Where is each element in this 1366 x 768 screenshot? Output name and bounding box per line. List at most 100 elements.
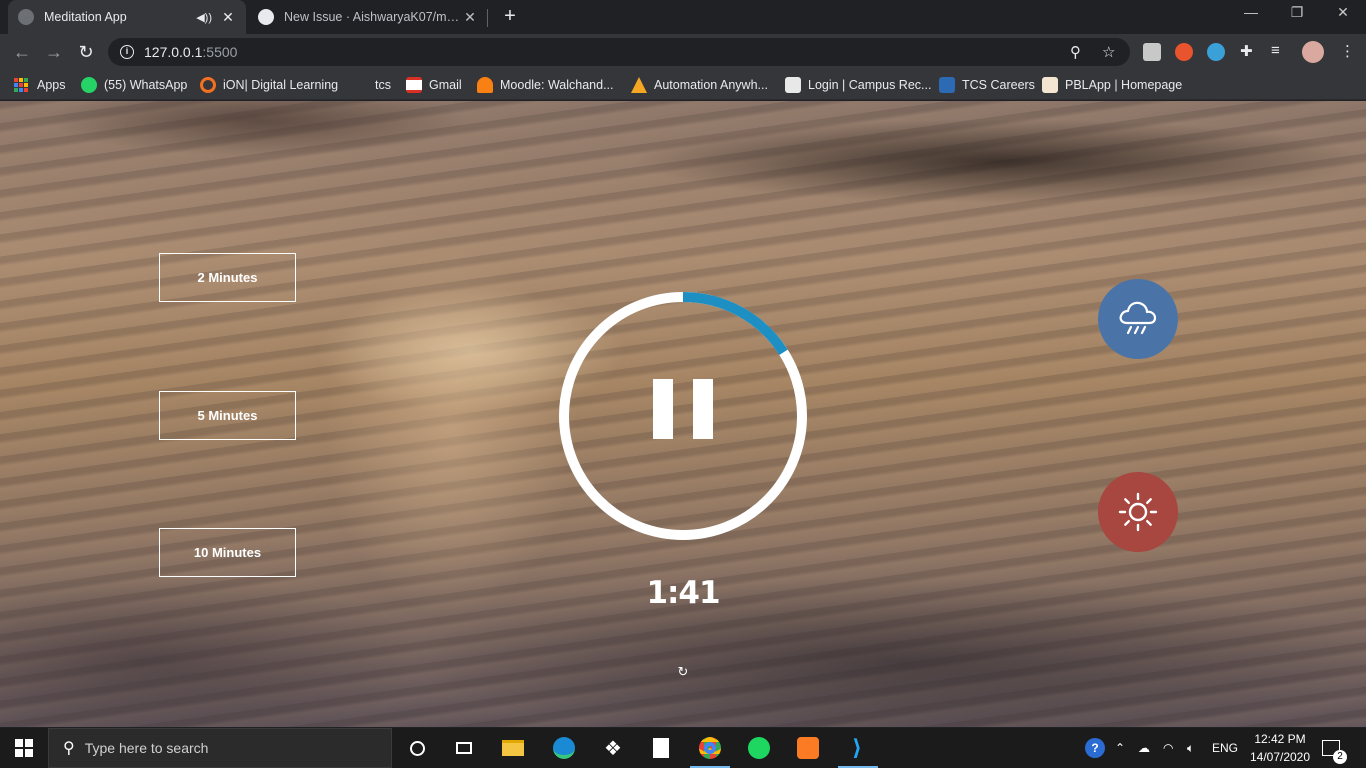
action-center-icon[interactable]: 2 — [1322, 728, 1347, 768]
campus-icon — [785, 77, 801, 93]
bookmark-label: iON| Digital Learning — [223, 78, 339, 92]
extensions-puzzle-icon[interactable]: ✚ — [1240, 42, 1253, 60]
taskbar-search-input[interactable]: ⚲ Type here to search — [48, 728, 392, 768]
restore-button[interactable]: ❐ — [1274, 4, 1320, 21]
bookmark-campus[interactable]: Login | Campus Rec... — [785, 76, 931, 94]
bookmark-ion[interactable]: iON| Digital Learning — [200, 76, 338, 94]
replay-icon[interactable]: ↻ — [674, 664, 692, 682]
bookmark-label: TCS Careers — [962, 78, 1035, 92]
url-port: :5500 — [202, 44, 238, 60]
cortana-icon[interactable] — [404, 736, 430, 760]
duration-2-minutes-button[interactable]: 2 Minutes — [159, 253, 296, 302]
bookmark-label: Login | Campus Rec... — [808, 78, 932, 92]
extension-infinity-icon[interactable] — [1175, 43, 1193, 61]
duration-5-minutes-button[interactable]: 5 Minutes — [159, 391, 296, 440]
notepad-icon[interactable] — [648, 736, 674, 760]
tata-icon — [939, 77, 955, 93]
tab-new-issue[interactable]: New Issue · AishwaryaK07/meditation-app … — [248, 0, 488, 34]
ion-icon — [200, 77, 216, 93]
back-button[interactable]: ← — [11, 42, 33, 62]
new-tab-button[interactable]: + — [498, 5, 522, 28]
bookmark-star-icon[interactable]: ☆ — [1102, 43, 1115, 61]
spotify-icon[interactable] — [746, 736, 772, 760]
bookmark-label: Automation Anywh... — [654, 78, 768, 92]
bookmark-tcs[interactable]: tcs — [352, 76, 391, 94]
duration-10-minutes-button[interactable]: 10 Minutes — [159, 528, 296, 577]
globe-icon — [18, 9, 34, 25]
bookmark-label: Gmail — [429, 78, 462, 92]
bookmark-label: tcs — [375, 78, 391, 92]
close-window-button[interactable]: ✕ — [1320, 4, 1366, 21]
tab-meditation-app[interactable]: Meditation App ◀)) ✕ — [8, 0, 246, 34]
media-control-icon[interactable]: ≡ — [1271, 42, 1280, 59]
whatsapp-icon — [81, 77, 97, 93]
file-explorer-icon[interactable] — [500, 736, 526, 760]
start-button[interactable] — [0, 728, 48, 768]
bookmark-moodle[interactable]: Moodle: Walchand... — [477, 76, 613, 94]
tab-separator — [487, 9, 488, 27]
automation-anywhere-icon — [631, 77, 647, 93]
pause-icon — [653, 379, 673, 439]
extension-loop-icon[interactable] — [1207, 43, 1225, 61]
onedrive-icon[interactable]: ☁ — [1138, 728, 1150, 768]
minimize-button[interactable]: — — [1228, 4, 1274, 20]
xampp-icon[interactable] — [795, 736, 821, 760]
bookmark-whatsapp[interactable]: (55) WhatsApp — [81, 76, 187, 94]
search-icon: ⚲ — [63, 740, 75, 757]
apps-grid-icon — [14, 78, 28, 92]
zoom-icon[interactable]: ⚲ — [1070, 43, 1081, 61]
bookmarks-bar: Apps (55) WhatsApp iON| Digital Learning… — [0, 70, 1366, 100]
pause-icon — [693, 379, 713, 439]
chrome-icon[interactable] — [697, 736, 723, 760]
dropbox-icon[interactable]: ❖ — [600, 736, 626, 760]
browser-tab-strip: Meditation App ◀)) ✕ New Issue · Aishwar… — [0, 0, 1366, 34]
pblapp-icon — [1042, 77, 1058, 93]
volume-icon[interactable]: 🔈︎ — [1187, 728, 1194, 768]
pause-button[interactable] — [653, 379, 713, 439]
show-hidden-icons[interactable]: ⌃ — [1115, 728, 1125, 768]
url-host: 127.0.0.1 — [144, 44, 203, 60]
menu-kebab-icon[interactable]: ⋮ — [1340, 42, 1355, 60]
clock-time: 12:42 PM — [1254, 732, 1306, 746]
bookmark-label: Apps — [37, 78, 66, 92]
player-container — [557, 290, 809, 542]
info-icon[interactable]: i — [120, 45, 134, 59]
vscode-icon[interactable]: ⟩ — [844, 735, 870, 760]
bookmark-automation-anywhere[interactable]: Automation Anywh... — [631, 76, 768, 94]
bookmark-pblapp[interactable]: PBLApp | Homepage — [1042, 76, 1182, 94]
rain-sound-button[interactable] — [1098, 279, 1178, 359]
bookmark-label: Moodle: Walchand... — [500, 78, 614, 92]
help-icon[interactable]: ? — [1085, 728, 1105, 768]
notification-count: 2 — [1333, 750, 1347, 764]
windows-taskbar: ⚲ Type here to search ❖ ⟩ ? ⌃ ☁ ◠ 🔈︎ ENG… — [0, 728, 1366, 768]
speaker-icon[interactable]: ◀)) — [196, 11, 212, 24]
tab-title: New Issue · AishwaryaK07/meditation-app — [284, 10, 462, 24]
close-tab-icon[interactable]: ✕ — [462, 9, 478, 26]
profile-avatar[interactable] — [1302, 41, 1324, 63]
task-view-icon[interactable] — [451, 736, 477, 760]
meditation-page: 2 Minutes 5 Minutes 10 Minutes 1:41 ↻ — [0, 101, 1366, 727]
sun-sound-button[interactable] — [1098, 472, 1178, 552]
windows-logo-icon — [15, 739, 33, 757]
bookmark-tcs-careers[interactable]: TCS Careers — [939, 76, 1035, 94]
sun-icon — [1118, 492, 1158, 532]
github-icon — [258, 9, 274, 25]
bookmark-apps[interactable]: Apps — [14, 76, 66, 94]
time-display: 1:41 — [646, 575, 720, 611]
folder-icon — [352, 77, 368, 93]
language-indicator[interactable]: ENG — [1212, 728, 1238, 768]
address-bar[interactable]: i 127.0.0.1:5500 ⚲ ☆ — [108, 38, 1130, 66]
taskbar-clock[interactable]: 12:42 PM 14/07/2020 — [1240, 730, 1320, 766]
search-placeholder: Type here to search — [84, 740, 209, 756]
clock-date: 14/07/2020 — [1249, 750, 1311, 764]
wifi-icon[interactable]: ◠ — [1163, 728, 1173, 768]
reload-button[interactable]: ↻ — [75, 42, 97, 62]
edge-icon[interactable] — [551, 736, 577, 760]
close-tab-icon[interactable]: ✕ — [220, 9, 236, 26]
forward-button[interactable]: → — [43, 42, 65, 62]
cloud-rain-icon — [1119, 301, 1157, 335]
browser-toolbar: ← → ↻ i 127.0.0.1:5500 ⚲ ☆ ✚ ≡ ⋮ — [0, 34, 1366, 70]
bookmark-gmail[interactable]: Gmail — [406, 76, 462, 94]
gmail-icon — [406, 77, 422, 93]
extension-cube-icon[interactable] — [1143, 43, 1161, 61]
